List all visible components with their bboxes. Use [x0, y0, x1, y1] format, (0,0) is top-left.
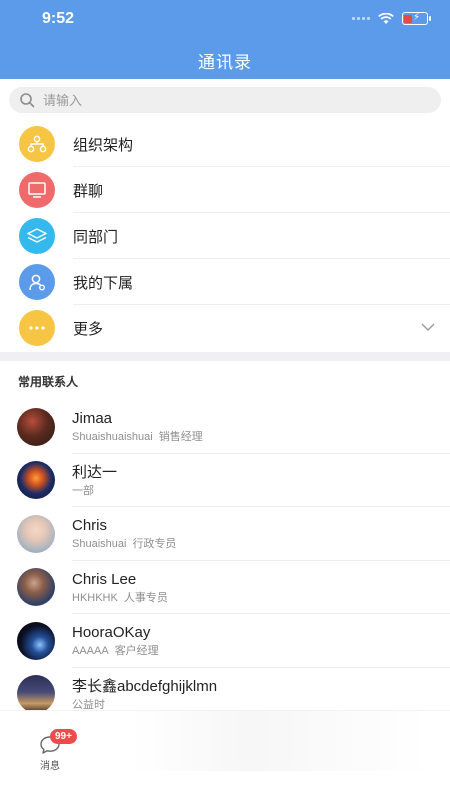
group-chat-icon — [19, 172, 55, 208]
contact-row[interactable]: HooraOKay AAAAA 客户经理 — [0, 614, 450, 668]
wifi-icon — [378, 12, 394, 24]
contact-row[interactable]: Chris Lee HKHKHK 人事专员 — [0, 561, 450, 614]
status-time: 9:52 — [42, 10, 75, 27]
contact-row[interactable]: Jimaa Shuaishuaishuai 销售经理 — [0, 400, 450, 454]
avatar — [17, 675, 55, 710]
contact-name: Chris — [72, 517, 108, 535]
section-title-frequent-contacts: 常用联系人 — [18, 375, 79, 389]
menu-item-label: 群聊 — [73, 182, 104, 200]
contact-subtitle: 一部 — [72, 484, 94, 497]
menu-item-group-chat[interactable]: 群聊 — [0, 167, 450, 213]
avatar — [17, 407, 55, 446]
function-menu: 组织架构 群聊 同部门 我的下属 更多 — [0, 121, 450, 351]
search-input[interactable] — [43, 92, 423, 108]
tab-label: 消息 — [40, 761, 60, 772]
battery-icon: ⚡ — [402, 12, 431, 25]
contact-row[interactable]: 利达一 一部 — [0, 454, 450, 507]
blur-overlay — [130, 711, 430, 771]
search-icon — [20, 93, 35, 108]
contact-name: Chris Lee — [72, 570, 137, 588]
status-icons: ⚡ — [352, 12, 431, 25]
avatar — [17, 514, 55, 553]
contact-row[interactable]: 李长鑫abcdefghijklmn 公益时 — [0, 668, 450, 710]
search-bar — [0, 79, 450, 121]
layers-icon — [19, 218, 55, 254]
avatar — [17, 568, 55, 607]
avatar — [17, 461, 55, 500]
menu-item-same-department[interactable]: 同部门 — [0, 213, 450, 259]
search-box[interactable] — [9, 87, 441, 113]
chevron-down-icon[interactable] — [420, 319, 436, 335]
menu-item-my-subordinates[interactable]: 我的下属 — [0, 259, 450, 305]
page-title: 通讯录 — [198, 53, 252, 72]
tab-messages[interactable]: 消息 99+ — [30, 729, 77, 772]
unread-badge: 99+ — [50, 729, 77, 744]
more-icon — [19, 310, 55, 346]
menu-item-label: 组织架构 — [73, 136, 134, 154]
bottom-tab-bar: 消息 99+ — [0, 710, 450, 800]
app-header: 9:52 ⚡ 通讯录 — [0, 0, 450, 79]
contact-row[interactable]: Chris Shuaishuai 行政专员 — [0, 507, 450, 561]
menu-item-label: 我的下属 — [73, 274, 134, 292]
subordinate-icon — [19, 264, 55, 300]
contact-subtitle: HKHKHK 人事专员 — [72, 591, 168, 604]
contact-name: 利达一 — [72, 463, 118, 481]
contact-list: Jimaa Shuaishuaishuai 销售经理 利达一 一部 Chris S… — [0, 400, 450, 710]
contact-name: 李长鑫abcdefghijklmn — [72, 677, 218, 695]
signal-icon — [352, 17, 370, 20]
contact-name: Jimaa — [72, 410, 113, 428]
section-divider — [0, 352, 450, 361]
contact-subtitle: Shuaishuai 行政专员 — [72, 538, 177, 551]
avatar — [17, 621, 55, 660]
contact-subtitle: 公益时 — [72, 698, 105, 710]
contact-subtitle: AAAAA 客户经理 — [72, 645, 159, 658]
org-chart-icon — [19, 126, 55, 162]
menu-item-more[interactable]: 更多 — [0, 305, 450, 351]
contact-name: HooraOKay — [72, 624, 151, 642]
contact-subtitle: Shuaishuaishuai 销售经理 — [72, 431, 203, 444]
menu-item-label: 更多 — [73, 320, 104, 338]
menu-item-label: 同部门 — [73, 228, 119, 246]
menu-item-org-structure[interactable]: 组织架构 — [0, 121, 450, 167]
